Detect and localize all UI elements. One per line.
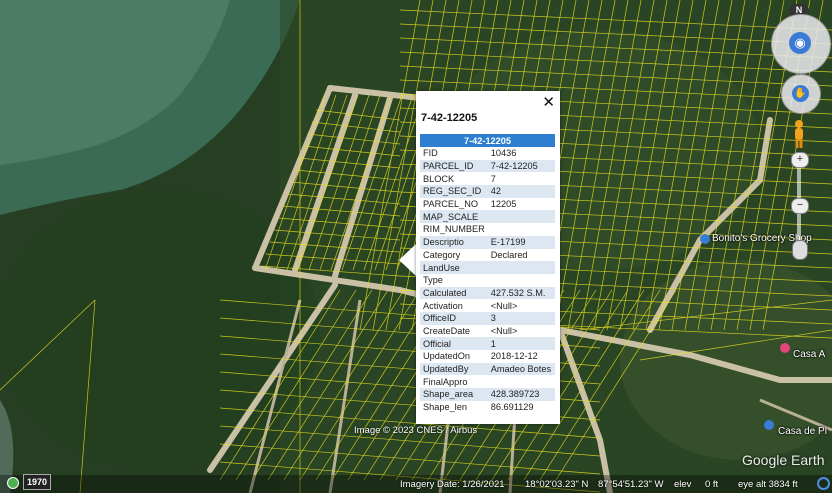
attribute-key: Shape_len xyxy=(423,402,467,413)
zoom-out-button[interactable]: − xyxy=(791,198,809,214)
attribute-row: UpdatedBy Amadeo Botes xyxy=(420,362,555,376)
zoom-in-button[interactable]: + xyxy=(791,152,809,168)
year-badge[interactable]: 1970 xyxy=(23,474,51,490)
attribute-key: Shape_area xyxy=(420,388,488,401)
attribute-row: MAP_SCALE xyxy=(420,210,555,224)
attribute-key: MAP_SCALE xyxy=(420,210,488,224)
attribute-key: RIM_NUMBER xyxy=(423,224,485,235)
attribute-row: Descriptio E-17199 xyxy=(420,235,555,249)
elevation-value: 0 ft xyxy=(705,479,719,490)
attribute-value: E-17199 xyxy=(487,235,555,249)
attribute-value: 86.691129 xyxy=(490,402,534,413)
attribute-value: Declared xyxy=(490,249,528,260)
attribute-value: 3 xyxy=(487,311,555,325)
attribute-row: Calculated 427.532 S.M. xyxy=(420,286,555,300)
popup-title: 7-42-12205 xyxy=(421,112,478,124)
attribute-row: FinalAppro xyxy=(420,375,555,388)
attribute-key: Official xyxy=(420,337,488,350)
place-label-casa-p[interactable]: Casa de Pl xyxy=(778,426,827,437)
attribute-key: Category xyxy=(423,249,461,260)
shop-pin-icon[interactable] xyxy=(700,234,710,244)
elevation-label: elev xyxy=(674,479,692,490)
attribute-value: <Null> xyxy=(490,325,518,336)
attribute-row: Category Declared xyxy=(420,249,555,262)
street-view-pegman-icon[interactable] xyxy=(792,119,806,149)
attribute-row: Activation <Null> xyxy=(420,299,555,312)
attribute-value: 42 xyxy=(487,185,555,198)
attribute-row: BLOCK 7 xyxy=(420,172,555,185)
attribute-key: OfficeID xyxy=(420,311,488,325)
attribute-value xyxy=(488,375,555,388)
hand-icon: ✋ xyxy=(792,85,809,102)
lodging-pin-icon[interactable] xyxy=(780,343,790,353)
attribute-row: OfficeID 3 xyxy=(420,311,555,325)
attribute-value: 428.389723 xyxy=(487,388,555,401)
attribute-key: Type xyxy=(423,275,443,286)
popup-pointer xyxy=(399,244,416,276)
move-control[interactable]: ✋ xyxy=(781,74,821,114)
eye-altitude: eye alt 3834 ft xyxy=(738,479,798,490)
attribute-row: Type xyxy=(420,274,555,287)
close-icon[interactable]: ✕ xyxy=(542,93,555,111)
attribute-key: Calculated xyxy=(420,286,488,300)
attribute-key: Descriptio xyxy=(420,235,488,249)
table-header: 7-42-12205 xyxy=(420,134,555,147)
attribute-value: 10436 xyxy=(490,148,517,159)
zoom-slider[interactable]: + − xyxy=(791,152,809,260)
longitude-readout: 87°54'51.23" W xyxy=(598,479,664,490)
attribute-row: REG_SEC_ID 42 xyxy=(420,185,555,198)
historical-imagery-icon[interactable] xyxy=(7,477,19,489)
attribute-key: FID xyxy=(423,148,438,159)
look-control[interactable]: ◉ xyxy=(771,14,831,74)
attribute-value xyxy=(487,210,555,224)
imagery-copyright: Image © 2023 CNES / Airbus xyxy=(354,425,478,436)
attribute-row: Shape_len 86.691129 xyxy=(420,401,555,414)
streaming-indicator-icon xyxy=(817,477,830,490)
attribute-value: 7 xyxy=(490,173,496,184)
place-pin-icon[interactable] xyxy=(764,420,774,430)
attribute-value xyxy=(487,261,555,274)
attribute-value: Amadeo Botes xyxy=(487,362,555,376)
attribute-value: 2018-12-12 xyxy=(490,351,538,362)
attribute-value: 12205 xyxy=(490,199,517,210)
attribute-key: CreateDate xyxy=(423,325,470,336)
attribute-key: REG_SEC_ID xyxy=(420,185,488,198)
attribute-key: PARCEL_ID xyxy=(420,159,488,173)
zoom-handle[interactable] xyxy=(792,240,808,260)
latitude-readout: 18°02'03.23" N xyxy=(525,479,589,490)
eye-icon: ◉ xyxy=(789,32,811,54)
attribute-row: PARCEL_ID 7-42-12205 xyxy=(420,159,555,173)
attribute-key: UpdatedOn xyxy=(423,351,470,362)
place-label-casa-a[interactable]: Casa A xyxy=(793,349,825,360)
attribute-row: PARCEL_NO 12205 xyxy=(420,198,555,211)
attribute-key: BLOCK xyxy=(423,173,455,184)
attribute-key: FinalAppro xyxy=(423,376,468,387)
attribute-value xyxy=(488,274,555,287)
parcel-info-popup: ✕ 7-42-12205 7-42-12205 FID 10436 PARCEL_I… xyxy=(416,91,560,424)
attribute-table: 7-42-12205 FID 10436 PARCEL_ID 7-42-12205 BL… xyxy=(420,134,555,413)
attribute-row: RIM_NUMBER xyxy=(420,223,555,236)
attribute-key: PARCEL_NO xyxy=(423,199,478,210)
attribute-value xyxy=(488,223,555,236)
google-earth-logo: Google Earth xyxy=(742,452,825,468)
attribute-row: Shape_area 428.389723 xyxy=(420,388,555,401)
attribute-value: 7-42-12205 xyxy=(487,159,555,173)
imagery-date: Imagery Date: 1/26/2021 xyxy=(400,479,505,490)
attribute-value: <Null> xyxy=(490,300,518,311)
attribute-value: 427.532 S.M. xyxy=(487,286,555,300)
attribute-key: UpdatedBy xyxy=(420,362,488,376)
attribute-row: UpdatedOn 2018-12-12 xyxy=(420,350,555,363)
attribute-value: 1 xyxy=(487,337,555,350)
attribute-key: LandUse xyxy=(420,261,488,274)
attribute-row: FID 10436 xyxy=(420,147,555,160)
attribute-row: LandUse xyxy=(420,261,555,274)
attribute-key: Activation xyxy=(423,300,463,311)
attribute-row: Official 1 xyxy=(420,337,555,350)
attribute-row: CreateDate <Null> xyxy=(420,325,555,338)
